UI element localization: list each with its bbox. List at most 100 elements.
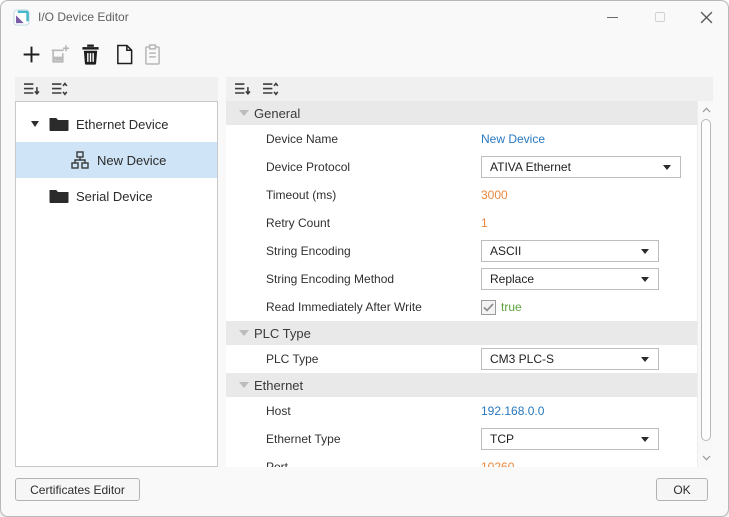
property-label: String Encoding Method <box>266 265 394 293</box>
toolbar <box>1 39 728 71</box>
property-label: PLC Type <box>266 345 318 373</box>
section-header-plc-type[interactable]: PLC Type <box>226 321 697 345</box>
maximize-button <box>643 1 677 33</box>
timeout-value[interactable]: 3000 <box>481 188 508 202</box>
section-collapse-icon <box>239 110 249 116</box>
copy-device-button[interactable] <box>111 41 137 67</box>
tree-item-label: Serial Device <box>76 189 153 204</box>
window-title: I/O Device Editor <box>38 1 129 33</box>
property-row-port: Port 10260 <box>226 453 697 467</box>
section-collapse-icon <box>239 382 249 388</box>
check-icon <box>483 303 494 312</box>
property-row-device-protocol: Device Protocol ATIVA Ethernet <box>226 153 697 181</box>
ethernet-type-dropdown[interactable]: TCP <box>481 428 659 450</box>
section-collapse-icon <box>239 330 249 336</box>
collapse-all-button[interactable] <box>23 82 41 97</box>
trash-icon <box>81 44 100 65</box>
add-device-button[interactable] <box>18 41 44 67</box>
chevron-down-icon <box>641 357 649 362</box>
property-grid: General Device Name New Device Device Pr… <box>226 101 697 467</box>
property-panel-header <box>226 77 713 101</box>
chevron-down-icon <box>702 455 711 461</box>
clipboard-icon <box>144 44 161 65</box>
chevron-up-icon <box>702 107 711 113</box>
chevron-down-icon <box>663 165 671 170</box>
tree-panel-header <box>15 77 218 101</box>
network-icon <box>71 151 89 169</box>
tree-item-label: Ethernet Device <box>76 117 169 132</box>
section-title: Ethernet <box>254 378 303 393</box>
expand-all-button[interactable] <box>262 82 280 97</box>
section-header-general[interactable]: General <box>226 101 697 125</box>
scroll-down-button[interactable] <box>698 450 714 466</box>
dropdown-value: CM3 PLC-S <box>490 352 554 366</box>
property-label: String Encoding <box>266 237 351 265</box>
minimize-button[interactable] <box>595 1 629 33</box>
folder-icon <box>49 189 69 204</box>
expand-all-button[interactable] <box>51 82 69 97</box>
property-row-string-encoding-method: String Encoding Method Replace <box>226 265 697 293</box>
property-label: Timeout (ms) <box>266 181 336 209</box>
dropdown-value: ATIVA Ethernet <box>490 160 571 174</box>
property-row-host: Host 192.168.0.0 <box>226 397 697 425</box>
tree-item-new-device[interactable]: New Device <box>16 142 217 178</box>
property-row-ethernet-type: Ethernet Type TCP <box>226 425 697 453</box>
section-title: PLC Type <box>254 326 311 341</box>
chevron-down-icon <box>641 277 649 282</box>
tree-item-ethernet-device[interactable]: Ethernet Device <box>16 106 217 142</box>
plus-icon <box>21 44 42 65</box>
read-after-write-checkbox[interactable] <box>481 300 496 315</box>
property-row-read-after-write: Read Immediately After Write true <box>226 293 697 321</box>
property-label: Retry Count <box>266 209 330 237</box>
string-encoding-method-dropdown[interactable]: Replace <box>481 268 659 290</box>
tree-item-label: New Device <box>97 153 166 168</box>
property-row-plc-type: PLC Type CM3 PLC-S <box>226 345 697 373</box>
property-label: Device Protocol <box>266 153 350 181</box>
expand-all-icon <box>51 82 68 96</box>
property-row-device-name: Device Name New Device <box>226 125 697 153</box>
copy-icon <box>115 44 134 65</box>
collapse-all-icon <box>234 82 251 96</box>
vertical-scrollbar[interactable] <box>697 101 713 467</box>
device-tree-panel: Ethernet Device New Device Serial Device <box>15 77 218 467</box>
chevron-down-icon <box>641 437 649 442</box>
scroll-up-button[interactable] <box>698 102 714 118</box>
chevron-down-icon <box>641 249 649 254</box>
tree-item-serial-device[interactable]: Serial Device <box>16 178 217 214</box>
certificates-editor-button[interactable]: Certificates Editor <box>15 478 140 501</box>
property-label: Device Name <box>266 125 338 153</box>
titlebar: I/O Device Editor <box>1 1 728 33</box>
collapse-all-icon <box>23 82 40 96</box>
string-encoding-dropdown[interactable]: ASCII <box>481 240 659 262</box>
property-row-string-encoding: String Encoding ASCII <box>226 237 697 265</box>
device-protocol-dropdown[interactable]: ATIVA Ethernet <box>481 156 681 178</box>
delete-device-button[interactable] <box>77 41 103 67</box>
host-value[interactable]: 192.168.0.0 <box>481 404 544 418</box>
minimize-icon <box>607 17 618 18</box>
scrollbar-thumb[interactable] <box>701 119 711 441</box>
device-tree: Ethernet Device New Device Serial Device <box>15 101 218 467</box>
building-plus-icon <box>49 43 71 65</box>
port-value[interactable]: 10260 <box>481 460 514 467</box>
io-device-editor-window: I/O Device Editor <box>0 0 729 517</box>
section-header-ethernet[interactable]: Ethernet <box>226 373 697 397</box>
read-after-write-value: true <box>501 300 522 314</box>
app-logo-icon <box>13 9 30 26</box>
add-group-button <box>47 41 73 67</box>
property-panel: General Device Name New Device Device Pr… <box>226 77 713 467</box>
ok-button[interactable]: OK <box>656 478 708 501</box>
property-row-retry-count: Retry Count 1 <box>226 209 697 237</box>
device-name-value[interactable]: New Device <box>481 132 545 146</box>
dropdown-value: Replace <box>490 272 534 286</box>
close-button[interactable] <box>689 1 723 33</box>
expand-all-icon <box>262 82 279 96</box>
section-title: General <box>254 106 300 121</box>
collapse-all-button[interactable] <box>234 82 252 97</box>
property-label: Port <box>266 453 288 467</box>
retry-count-value[interactable]: 1 <box>481 216 488 230</box>
expander-down-icon[interactable] <box>31 121 39 127</box>
paste-device-button <box>139 41 165 67</box>
maximize-icon <box>655 12 665 22</box>
close-icon <box>700 11 713 24</box>
plc-type-dropdown[interactable]: CM3 PLC-S <box>481 348 659 370</box>
